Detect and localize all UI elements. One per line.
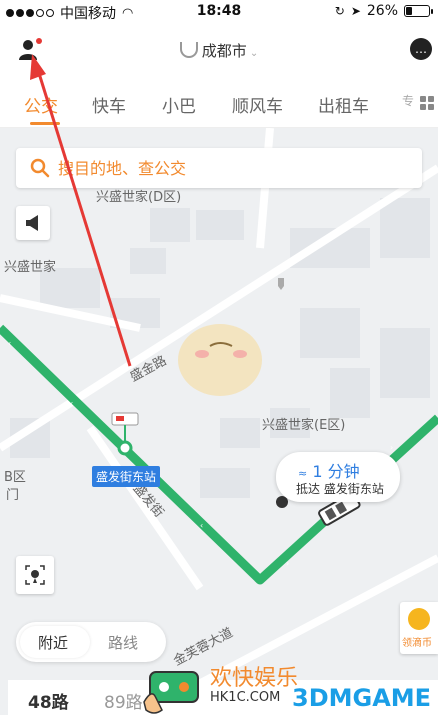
route-item[interactable]: 89路 xyxy=(104,688,143,713)
grid-menu-icon[interactable] xyxy=(420,96,434,110)
eta-time-value: 1 分钟 xyxy=(312,462,360,481)
map-view[interactable]: ‹ ‹ ‹ › › 搜目的地、查公交 兴盛世家(D区) 兴盛世家 盛金路 兴盛世… xyxy=(0,128,438,715)
chevron-down-icon: ⌄ xyxy=(246,48,259,59)
eta-sub: 抵达 盛发街东站 xyxy=(296,480,384,497)
map-label: B区 xyxy=(4,470,26,485)
eta-time: ≈ 1 分钟 xyxy=(298,458,360,482)
bus-stop-label[interactable]: 盛发街东站 xyxy=(92,466,161,487)
map-label: 兴盛世家(D区) xyxy=(96,190,182,205)
didi-logo-icon xyxy=(179,42,198,58)
tab-nearby[interactable]: 附近 xyxy=(38,632,68,653)
search-bar[interactable] xyxy=(16,148,422,188)
active-tab-indicator xyxy=(30,122,60,125)
search-icon xyxy=(30,158,50,178)
battery-percent: 26% xyxy=(366,3,398,19)
city-name: 成都市 xyxy=(201,42,247,60)
watermark-cn: 欢快娱乐 xyxy=(210,666,299,691)
eta-bubble[interactable]: ≈ 1 分钟 抵达 盛发街东站 xyxy=(276,452,400,502)
watermark-site: HK1C.COM xyxy=(210,690,281,705)
svg-text:›: › xyxy=(390,443,393,452)
smiley-icon xyxy=(408,608,430,630)
map-label: 门 xyxy=(6,488,20,503)
app-header: 成都市 ⌄ … xyxy=(0,24,438,76)
announcement-button[interactable] xyxy=(16,206,50,240)
tab-bus[interactable]: 公交 xyxy=(24,92,58,117)
eta-sub-prefix: 抵达 xyxy=(296,482,321,496)
location-arrow-icon: ➤ xyxy=(350,4,361,18)
watermark: 欢快娱乐 HK1C.COM 3DMGAME xyxy=(142,658,432,715)
tab-more-partial[interactable]: 专 xyxy=(402,92,414,109)
status-right: ↻ ➤ 26% xyxy=(334,3,433,19)
tab-hitch[interactable]: 顺风车 xyxy=(232,92,283,117)
map-label: 兴盛世家(E区) xyxy=(262,418,346,433)
orientation-lock-icon: ↻ xyxy=(334,4,345,18)
status-bar: 中国移动 ◠ 18:48 ↻ ➤ 26% xyxy=(0,0,438,24)
battery-icon xyxy=(404,5,433,17)
gamepad-hand-icon xyxy=(143,671,199,714)
battery-fill xyxy=(406,7,413,15)
tab-taxi[interactable]: 出租车 xyxy=(318,92,369,117)
svg-text:‹: ‹ xyxy=(8,339,11,348)
nearby-route-switch: 附近 路线 xyxy=(16,622,166,662)
svg-text:›: › xyxy=(286,559,289,568)
speaker-icon xyxy=(26,215,38,231)
locate-icon xyxy=(25,565,45,585)
coin-reward-button[interactable]: 领滴币 xyxy=(400,602,438,654)
route-item[interactable]: 48路 xyxy=(28,688,69,713)
signal-wave-icon: ≈ xyxy=(298,467,308,480)
search-input[interactable] xyxy=(58,156,398,180)
watermark-brand: 3DMGAME xyxy=(292,684,432,712)
service-tabs: 公交 快车 小巴 顺风车 出租车 专 xyxy=(0,76,438,128)
city-selector[interactable]: 成都市 ⌄ xyxy=(0,40,438,61)
map-label: 兴盛世家 xyxy=(4,260,57,275)
svg-text:‹: ‹ xyxy=(200,521,203,530)
svg-text:‹: ‹ xyxy=(70,399,73,408)
locate-button[interactable] xyxy=(16,556,54,594)
tab-express[interactable]: 快车 xyxy=(92,92,126,117)
eta-sub-stop: 盛发街东站 xyxy=(323,482,384,496)
tab-minibus[interactable]: 小巴 xyxy=(162,92,196,117)
message-icon[interactable]: … xyxy=(410,38,432,60)
tab-route[interactable]: 路线 xyxy=(108,632,138,653)
coin-reward-label: 领滴币 xyxy=(402,638,432,649)
